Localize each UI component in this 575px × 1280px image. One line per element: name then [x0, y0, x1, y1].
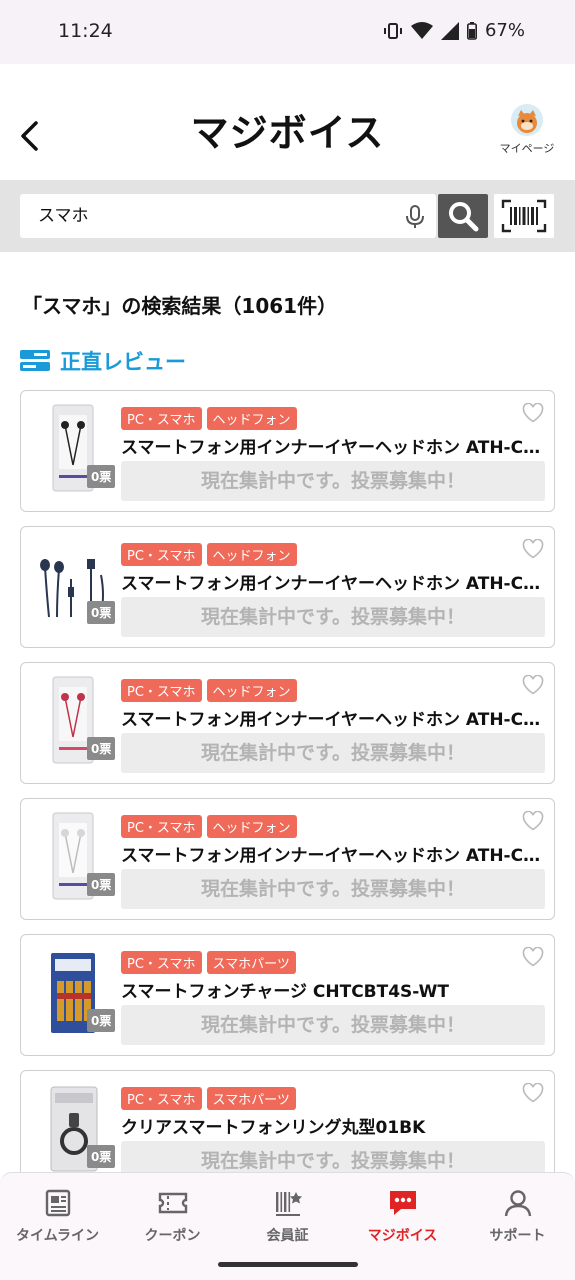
- search-icon: [449, 202, 479, 232]
- status-time: 11:24: [58, 20, 113, 42]
- vibrate-icon: [383, 21, 403, 41]
- vote-status: 現在集計中です。投票募集中！: [121, 733, 545, 773]
- coupon-icon: [115, 1187, 230, 1219]
- category-tags: PC・スマホ ヘッドフォン: [121, 679, 297, 702]
- category-tag[interactable]: ヘッドフォン: [206, 679, 297, 702]
- status-icons: 67%: [383, 20, 525, 41]
- heart-icon[interactable]: [522, 674, 544, 699]
- review-card[interactable]: 0票 PC・スマホ ヘッドフォン スマートフォン用インナーイヤーヘッドホン AT…: [20, 662, 555, 784]
- heart-icon[interactable]: [522, 810, 544, 835]
- vote-status: 現在集計中です。投票募集中！: [121, 869, 545, 909]
- heart-icon[interactable]: [522, 1082, 544, 1107]
- majivoice-icon: [345, 1187, 460, 1219]
- tab-coupon[interactable]: クーポン: [115, 1187, 230, 1245]
- vote-count-badge: 0票: [87, 1145, 116, 1168]
- vote-status: 現在集計中です。投票募集中！: [121, 597, 545, 637]
- search-field[interactable]: スマホ: [20, 194, 436, 238]
- category-tag[interactable]: ヘッドフォン: [206, 815, 297, 838]
- vote-count-badge: 0票: [87, 1009, 116, 1032]
- product-title: スマートフォン用インナーイヤーヘッドホン ATH-CK350iS: [121, 710, 541, 730]
- tab-label: タイムライン: [15, 1228, 100, 1244]
- vote-count-badge: 0票: [87, 873, 116, 896]
- vote-count-badge: 0票: [87, 737, 116, 760]
- category-tags: PC・スマホ スマホパーツ: [121, 1087, 296, 1110]
- category-tags: PC・スマホ ヘッドフォン: [121, 815, 297, 838]
- member-card-icon: [230, 1187, 345, 1219]
- barcode-scan-button[interactable]: [494, 194, 554, 238]
- tab-label: サポート: [489, 1228, 546, 1244]
- product-title: スマートフォン用インナーイヤーヘッドホン ATH-CK350iS: [121, 438, 541, 458]
- category-tags: PC・スマホ ヘッドフォン: [121, 543, 297, 566]
- tab-label: 会員証: [266, 1228, 309, 1244]
- tab-support[interactable]: サポート: [460, 1187, 575, 1245]
- section-heading: 正直レビュー: [20, 346, 186, 376]
- search-result-title: 「スマホ」の検索結果（1061件）: [22, 294, 338, 318]
- vote-count-badge: 0票: [87, 465, 116, 488]
- tab-timeline[interactable]: タイムライン: [0, 1187, 115, 1245]
- review-card[interactable]: 0票 PC・スマホ スマホパーツ スマートフォンチャージ CHTCBT4S-WT…: [20, 934, 555, 1056]
- review-section-icon: [20, 350, 50, 371]
- category-tag[interactable]: スマホパーツ: [206, 1087, 296, 1110]
- category-tags: PC・スマホ スマホパーツ: [121, 951, 296, 974]
- category-tag[interactable]: PC・スマホ: [121, 543, 202, 566]
- vote-status: 現在集計中です。投票募集中！: [121, 461, 545, 501]
- product-title: クリアスマートフォンリング丸型01BK: [121, 1118, 426, 1138]
- tab-label: クーポン: [144, 1228, 201, 1244]
- mypage-button[interactable]: マイページ: [495, 104, 559, 156]
- category-tag[interactable]: PC・スマホ: [121, 1087, 202, 1110]
- mypage-label: マイページ: [499, 142, 555, 155]
- search-input[interactable]: スマホ: [38, 194, 89, 238]
- review-card[interactable]: 0票 PC・スマホ ヘッドフォン スマートフォン用インナーイヤーヘッドホン AT…: [20, 390, 555, 512]
- tab-majivoice[interactable]: マジボイス: [345, 1187, 460, 1245]
- product-title: スマートフォン用インナーイヤーヘッドホン ATH-C200iS: [121, 574, 541, 594]
- category-tag[interactable]: スマホパーツ: [206, 951, 296, 974]
- brand-logo: マジボイス: [190, 111, 385, 155]
- section-heading-label: 正直レビュー: [60, 350, 186, 374]
- avatar: [511, 104, 543, 136]
- product-title: スマートフォン用インナーイヤーヘッドホン ATH-C200iS: [121, 846, 541, 866]
- heart-icon[interactable]: [522, 538, 544, 563]
- battery-percent: 67%: [484, 20, 525, 41]
- category-tag[interactable]: ヘッドフォン: [206, 407, 297, 430]
- barcode-icon: [501, 199, 547, 233]
- wifi-icon: [410, 21, 433, 40]
- search-button[interactable]: [438, 194, 488, 238]
- category-tag[interactable]: PC・スマホ: [121, 679, 202, 702]
- signal-icon: [440, 21, 459, 40]
- status-bar: 11:24 67%: [0, 0, 575, 64]
- support-icon: [460, 1187, 575, 1219]
- vote-status: 現在集計中です。投票募集中！: [121, 1005, 545, 1045]
- category-tag[interactable]: ヘッドフォン: [206, 543, 297, 566]
- tab-member-card[interactable]: 会員証: [230, 1187, 345, 1245]
- heart-icon[interactable]: [522, 946, 544, 971]
- mic-icon[interactable]: [404, 204, 426, 234]
- review-card[interactable]: 0票 PC・スマホ ヘッドフォン スマートフォン用インナーイヤーヘッドホン AT…: [20, 798, 555, 920]
- vote-count-badge: 0票: [87, 601, 116, 624]
- review-card[interactable]: 0票 PC・スマホ ヘッドフォン スマートフォン用インナーイヤーヘッドホン AT…: [20, 526, 555, 648]
- category-tag[interactable]: PC・スマホ: [121, 951, 202, 974]
- category-tag[interactable]: PC・スマホ: [121, 407, 202, 430]
- tab-label: マジボイス: [367, 1228, 438, 1244]
- app-header: マジボイス マイページ: [0, 64, 575, 180]
- timeline-icon: [0, 1187, 115, 1219]
- category-tag[interactable]: PC・スマホ: [121, 815, 202, 838]
- heart-icon[interactable]: [522, 402, 544, 427]
- battery-icon: [466, 21, 477, 40]
- home-indicator[interactable]: [218, 1262, 358, 1267]
- category-tags: PC・スマホ ヘッドフォン: [121, 407, 297, 430]
- search-bar: スマホ: [0, 180, 575, 252]
- product-title: スマートフォンチャージ CHTCBT4S-WT: [121, 982, 449, 1002]
